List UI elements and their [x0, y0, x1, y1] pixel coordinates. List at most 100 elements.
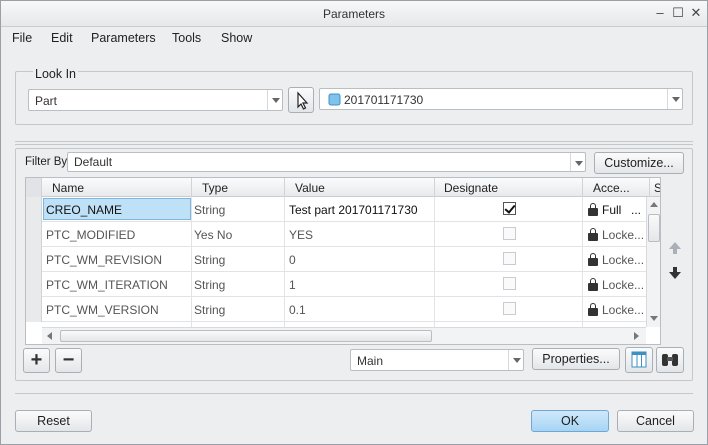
designate-checkbox[interactable] — [503, 277, 516, 290]
param-name[interactable]: PTC_WM_REVISION — [46, 253, 162, 267]
param-value[interactable]: 0 — [289, 253, 296, 267]
parameters-table: Name Type Value Designate Acce... S CREO… — [25, 177, 661, 345]
param-name[interactable]: PTC_WM_VERSION — [46, 303, 159, 317]
lock-icon — [588, 203, 598, 216]
row-header — [26, 222, 42, 247]
lock-icon — [588, 228, 598, 241]
table-columns-button[interactable] — [625, 347, 653, 373]
model-select[interactable]: 201701171730 — [319, 88, 683, 110]
scroll-left-icon[interactable] — [47, 332, 52, 340]
find-button[interactable] — [656, 347, 684, 373]
designate-checkbox[interactable] — [503, 227, 516, 240]
designate-checkbox[interactable] — [503, 252, 516, 265]
chevron-down-icon — [667, 89, 682, 109]
horizontal-scroll-thumb[interactable] — [60, 330, 432, 342]
param-type[interactable]: String — [194, 253, 225, 267]
table-row[interactable]: PTC_WM_VERSION String 0.1 Locke... — [26, 297, 646, 322]
vertical-scrollbar[interactable] — [646, 197, 660, 327]
vertical-scroll-thumb[interactable] — [648, 214, 660, 242]
ok-button[interactable]: OK — [531, 410, 609, 432]
table-row[interactable]: PTC_WM_REVISION String 0 Locke... — [26, 247, 646, 272]
horizontal-scrollbar[interactable] — [42, 327, 646, 344]
move-down-icon[interactable] — [668, 266, 682, 280]
title-bar: Parameters – ☐ ✕ — [1, 1, 707, 27]
param-type[interactable]: String — [194, 303, 225, 317]
table-header: Name Type Value Designate Acce... S — [26, 178, 660, 197]
add-parameter-button[interactable]: + — [23, 348, 50, 373]
lock-icon — [588, 303, 598, 316]
designate-checkbox[interactable] — [503, 302, 516, 315]
table-row[interactable]: PTC_WM_ITERATION String 1 Locke... — [26, 272, 646, 297]
row-header — [26, 297, 42, 322]
col-source[interactable]: S — [654, 181, 660, 195]
menu-tools[interactable]: Tools — [172, 31, 201, 45]
look-in-type-value: Part — [35, 94, 58, 108]
param-name[interactable]: PTC_WM_ITERATION — [46, 278, 168, 292]
param-access[interactable]: Locke... — [602, 278, 644, 292]
reset-button[interactable]: Reset — [15, 410, 92, 432]
lock-icon — [588, 278, 598, 291]
pointer-select-icon — [297, 91, 309, 110]
param-type[interactable]: String — [194, 278, 225, 292]
col-name[interactable]: Name — [52, 181, 84, 195]
scroll-down-icon[interactable] — [650, 316, 658, 321]
look-in-label: Look In — [33, 67, 79, 81]
col-value[interactable]: Value — [295, 181, 325, 195]
lock-icon — [588, 253, 598, 266]
designate-checkbox[interactable] — [503, 202, 516, 215]
row-header — [26, 247, 42, 272]
table-columns-icon — [631, 351, 647, 368]
cancel-button[interactable]: Cancel — [617, 410, 694, 432]
param-type[interactable]: String — [194, 203, 225, 217]
col-type[interactable]: Type — [202, 181, 228, 195]
col-access[interactable]: Acce... — [593, 181, 630, 195]
filter-by-label: Filter By — [25, 156, 68, 168]
menu-parameters[interactable]: Parameters — [91, 31, 156, 45]
table-row[interactable]: PTC_MODIFIED Yes No YES Locke... — [26, 222, 646, 247]
look-in-type-select[interactable]: Part — [28, 89, 283, 111]
chevron-down-icon — [267, 90, 282, 110]
col-designate[interactable]: Designate — [444, 181, 498, 195]
param-value[interactable]: 0.1 — [289, 303, 306, 317]
divider — [15, 141, 693, 142]
chevron-down-icon — [508, 350, 523, 370]
row-header — [26, 197, 42, 222]
maximize-icon[interactable]: ☐ — [671, 6, 685, 20]
remove-parameter-button[interactable]: − — [55, 348, 82, 373]
model-value: 201701171730 — [344, 93, 424, 107]
properties-button[interactable]: Properties... — [532, 348, 620, 370]
close-icon[interactable]: ✕ — [689, 6, 703, 20]
menu-file[interactable]: File — [12, 31, 32, 45]
scroll-up-icon[interactable] — [650, 202, 658, 207]
param-name[interactable]: PTC_MODIFIED — [46, 228, 135, 242]
move-up-icon[interactable] — [668, 241, 682, 255]
param-type[interactable]: Yes No — [194, 228, 232, 242]
param-value[interactable]: YES — [289, 228, 313, 242]
view-select[interactable]: Main — [350, 349, 524, 371]
param-name[interactable]: CREO_NAME — [46, 203, 122, 217]
binoculars-icon — [662, 354, 678, 366]
header-corner — [26, 178, 42, 197]
part-icon — [328, 93, 341, 106]
menu-edit[interactable]: Edit — [51, 31, 73, 45]
window-title: Parameters — [322, 7, 386, 21]
filter-select[interactable]: Default — [67, 152, 586, 172]
minimize-icon[interactable]: – — [653, 6, 667, 20]
view-value: Main — [357, 354, 384, 368]
param-access[interactable]: Locke... — [602, 253, 644, 267]
param-value[interactable]: Test part 201701171730 — [289, 203, 418, 217]
param-access-more: ... — [631, 203, 642, 217]
parameters-window: Parameters – ☐ ✕ File Edit Parameters To… — [0, 0, 708, 445]
divider — [15, 393, 693, 394]
param-access[interactable]: Full — [602, 203, 621, 217]
filter-value: Default — [74, 155, 113, 169]
param-access[interactable]: Locke... — [602, 228, 644, 242]
param-access[interactable]: Locke... — [602, 303, 644, 317]
customize-button[interactable]: Customize... — [594, 152, 684, 174]
menu-show[interactable]: Show — [221, 31, 252, 45]
table-row[interactable]: CREO_NAME String Test part 201701171730 … — [26, 197, 646, 222]
divider — [15, 144, 693, 145]
scroll-right-icon[interactable] — [634, 332, 639, 340]
select-model-button[interactable] — [288, 87, 314, 113]
param-value[interactable]: 1 — [289, 278, 296, 292]
